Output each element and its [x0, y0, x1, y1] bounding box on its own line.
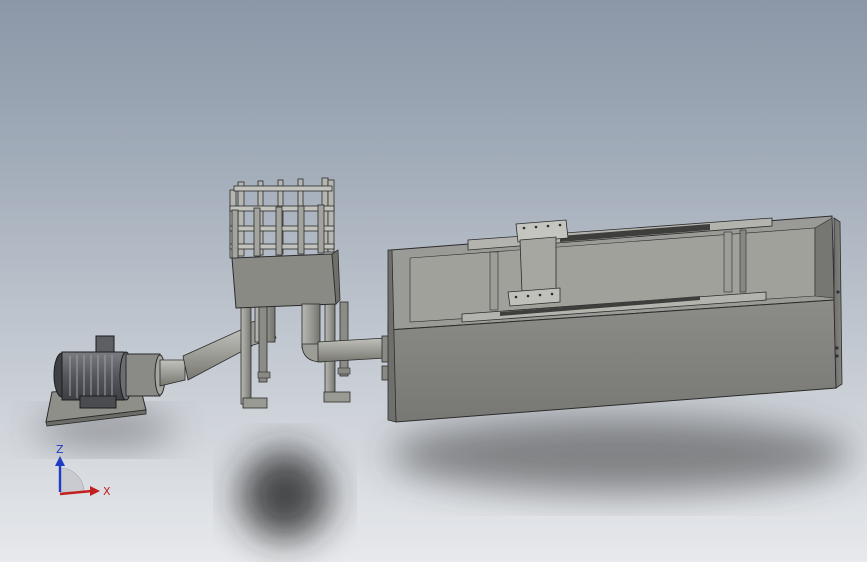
floor-shadows [35, 412, 850, 540]
tank-icon[interactable] [387, 215, 843, 423]
motor-icon[interactable] [53, 335, 166, 409]
cad-viewport[interactable]: Z X [0, 0, 867, 562]
cad-model-scene[interactable] [0, 0, 867, 562]
x-axis-label: X [103, 485, 111, 498]
tower-frame-icon[interactable] [229, 177, 351, 409]
orientation-triad[interactable]: Z X [40, 440, 130, 510]
z-axis-label: Z [56, 443, 64, 456]
